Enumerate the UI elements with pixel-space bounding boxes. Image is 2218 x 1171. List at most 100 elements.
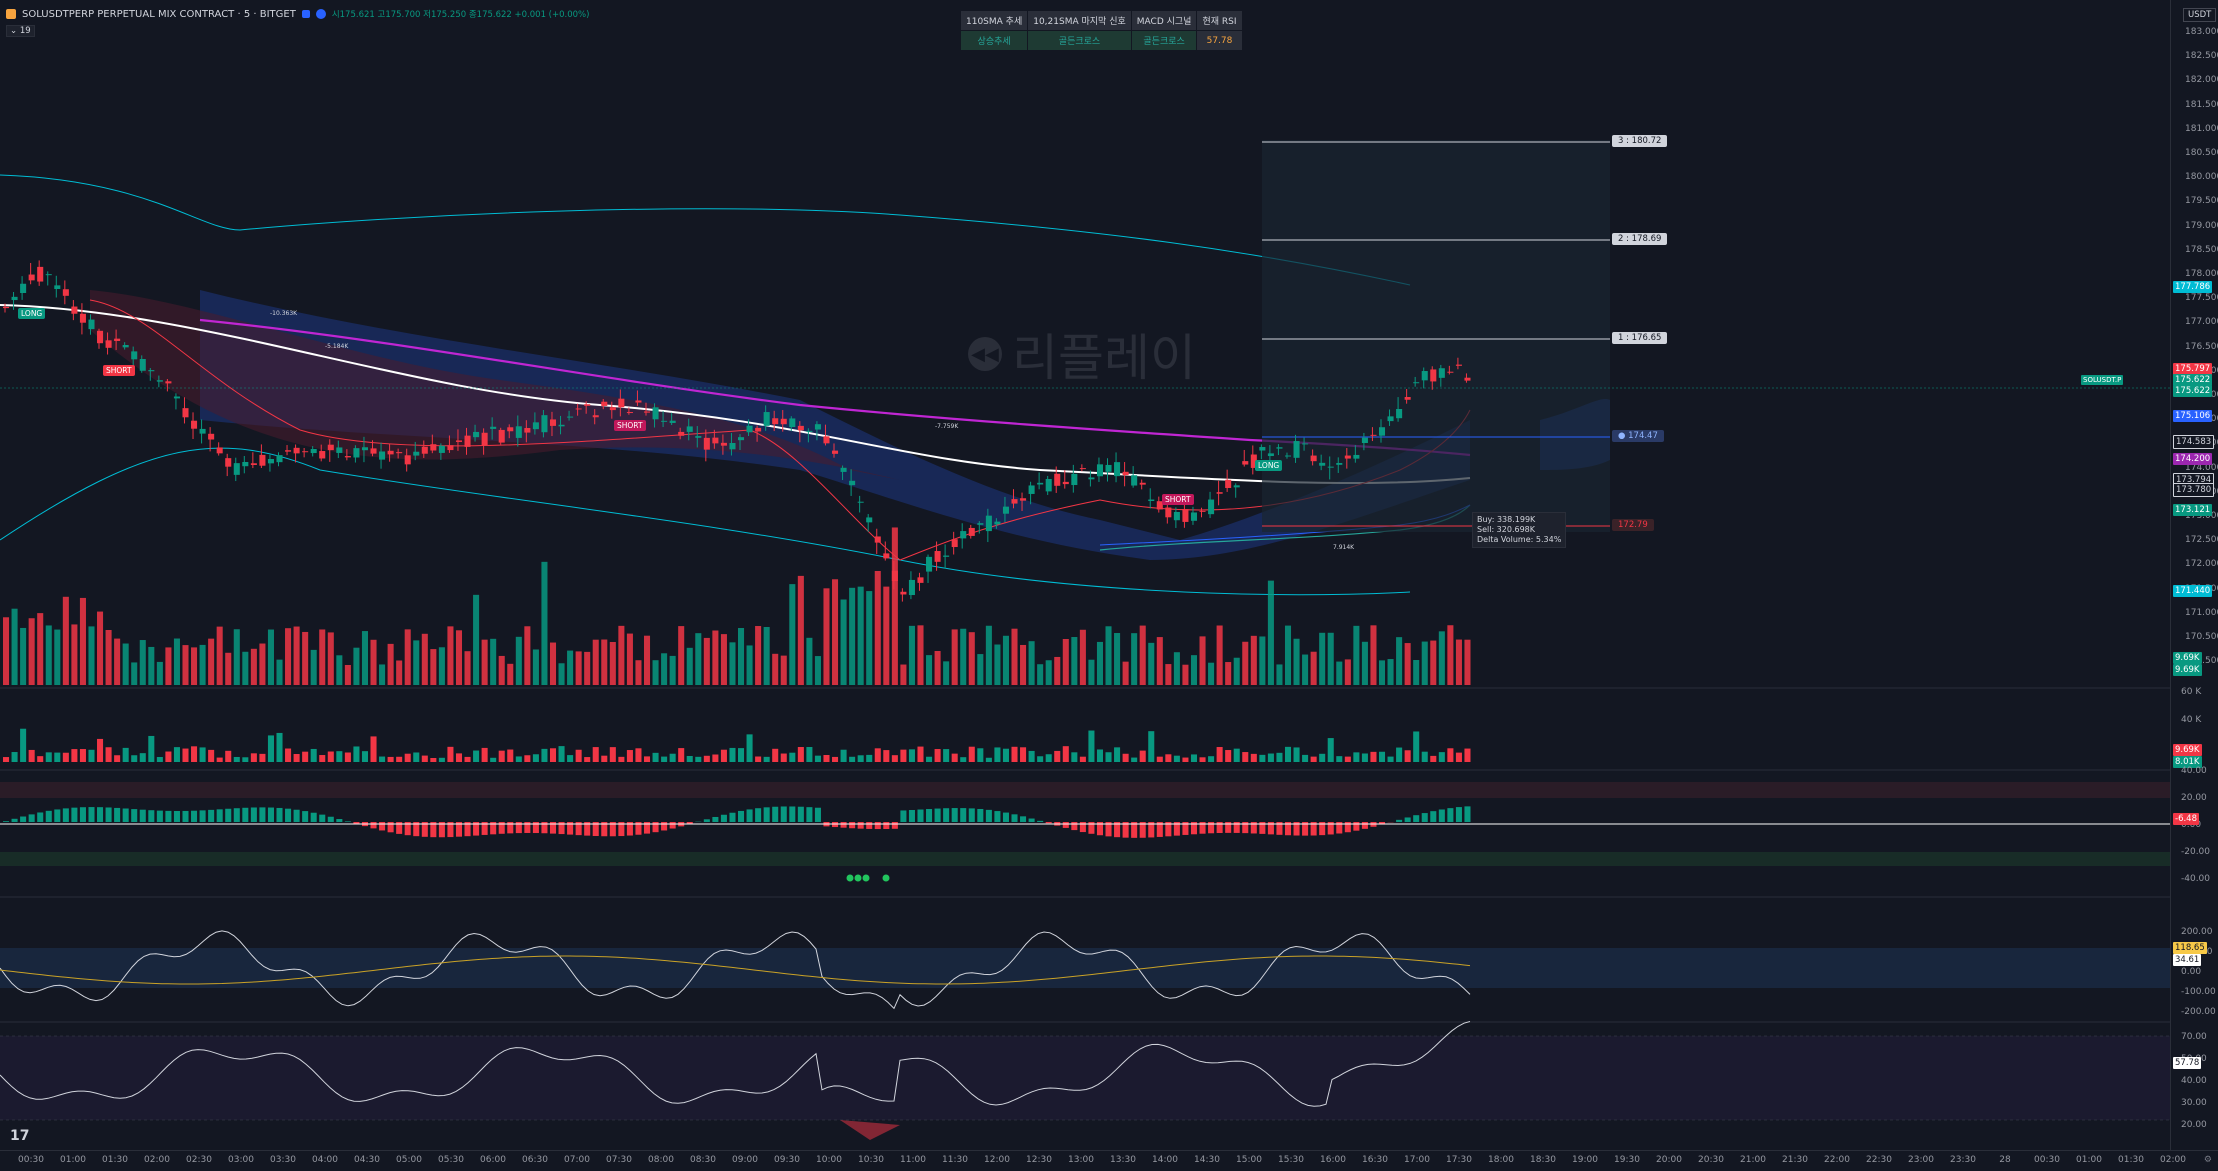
- candle: [3, 307, 9, 308]
- symbol-title[interactable]: SOLUSDTPERP PERPETUAL MIX CONTRACT · 5 ·…: [22, 9, 296, 20]
- volume-sub-bar: [430, 758, 436, 762]
- target-1-label[interactable]: 1 : 176.65: [1612, 332, 1667, 344]
- candle: [516, 426, 522, 438]
- candle: [1063, 482, 1069, 484]
- volume-sub-bar: [1114, 747, 1120, 762]
- entry-label[interactable]: ● 174.47: [1612, 430, 1664, 442]
- volume-bar: [1106, 626, 1112, 685]
- volume-sub-bar: [994, 747, 1000, 762]
- volume-bar: [823, 588, 829, 685]
- time-axis[interactable]: 00:3001:0001:3002:0002:3003:0003:3004:00…: [0, 1150, 2218, 1171]
- volume-bar: [165, 647, 171, 685]
- time-tick: 01:30: [102, 1155, 128, 1165]
- rsi-tick: 20.00: [2181, 1120, 2207, 1130]
- volume-bar: [1447, 625, 1453, 685]
- target-3-label[interactable]: 3 : 180.72: [1612, 135, 1667, 147]
- volume-sub-bar: [507, 750, 513, 762]
- time-tick: 18:30: [1530, 1155, 1556, 1165]
- candle: [541, 415, 547, 432]
- oscillator-bar: [789, 806, 795, 822]
- flag-icon[interactable]: [302, 10, 310, 18]
- volume-sub-bar: [3, 757, 9, 762]
- volume-bar: [1370, 625, 1376, 685]
- time-tick: 03:30: [270, 1155, 296, 1165]
- oscillator-bar: [781, 806, 787, 822]
- candle: [1294, 441, 1300, 458]
- time-tick: 02:30: [186, 1155, 212, 1165]
- volume-bar: [1131, 633, 1137, 685]
- candle: [661, 421, 667, 422]
- volume-sub-bar: [900, 750, 906, 762]
- candle: [29, 275, 35, 281]
- candle: [1413, 382, 1419, 383]
- volume-sub-bar: [465, 757, 471, 762]
- axis-settings-icon[interactable]: ⚙: [2204, 1155, 2212, 1165]
- volume-bar: [1285, 626, 1291, 685]
- volume-sub-bar: [1345, 757, 1351, 762]
- volume-bar: [1037, 664, 1043, 685]
- oscillator-bar: [764, 807, 770, 822]
- volume-sub-bar: [764, 757, 770, 762]
- volume-sub-bar: [311, 749, 317, 762]
- time-tick: 14:00: [1152, 1155, 1178, 1165]
- oscillator-bar: [729, 813, 735, 822]
- volume-bar: [499, 656, 505, 685]
- price-tag: 175.106: [2173, 410, 2212, 422]
- signal-value-2: 골든크로스: [1028, 31, 1132, 51]
- target-2-label[interactable]: 2 : 178.69: [1612, 233, 1667, 245]
- price-tick: 179.500: [2185, 196, 2218, 206]
- candle: [1054, 474, 1060, 486]
- price-chart-svg[interactable]: [0, 0, 2170, 1150]
- candle: [559, 425, 565, 427]
- stop-label[interactable]: 172.79: [1612, 519, 1654, 531]
- volume-sub-bar: [1370, 752, 1376, 762]
- volume-sub-bar: [1422, 752, 1428, 762]
- currency-selector[interactable]: USDT: [2183, 8, 2216, 22]
- volume-bar: [507, 664, 513, 685]
- oscillator-bar: [977, 809, 983, 822]
- candle: [1029, 485, 1035, 494]
- oscillator-tick: -20.00: [2181, 847, 2210, 857]
- candle: [328, 445, 334, 450]
- volume-sub-bar: [208, 750, 214, 762]
- volume-bar: [20, 628, 26, 685]
- volume-sub-bar: [1174, 756, 1180, 762]
- signal-header-1: 110SMA 추세: [961, 11, 1028, 31]
- volume-bar: [1157, 637, 1163, 685]
- oscillator-bar: [1464, 806, 1470, 822]
- oscillator-bar: [3, 821, 9, 822]
- volume-bar: [276, 660, 282, 685]
- candle: [1242, 461, 1248, 464]
- price-tick: 178.000: [2185, 269, 2218, 279]
- replay-icon[interactable]: [316, 9, 326, 19]
- volume-sub-bar: [678, 748, 684, 762]
- volume-sub-bar: [353, 746, 359, 762]
- candle: [670, 421, 676, 423]
- price-axis[interactable]: USDT 183.000182.500182.000181.500181.000…: [2170, 0, 2218, 1150]
- tradingview-logo-icon[interactable]: 17: [10, 1128, 29, 1144]
- volume-sub-bar: [12, 752, 18, 762]
- candle: [490, 427, 496, 429]
- time-tick: 19:00: [1572, 1155, 1598, 1165]
- oscillator-bar: [900, 810, 906, 822]
- candle: [251, 463, 257, 465]
- chart-canvas[interactable]: SOLUSDTPERP PERPETUAL MIX CONTRACT · 5 ·…: [0, 0, 2170, 1150]
- oscillator-bar: [63, 808, 69, 822]
- oscillator-bar: [12, 819, 18, 822]
- candle: [1370, 435, 1376, 436]
- collapse-indicators-button[interactable]: ⌄ 19: [6, 25, 35, 37]
- price-tag: 9.69K: [2173, 664, 2202, 676]
- cci-tick: -200.00: [2181, 1007, 2216, 1017]
- volume-bar: [909, 626, 915, 685]
- oscillator-bar: [712, 817, 718, 822]
- volume-bar: [1294, 639, 1300, 685]
- volume-bar: [80, 598, 86, 685]
- candle: [311, 449, 317, 453]
- volume-bar: [1217, 625, 1223, 685]
- candle: [157, 380, 163, 381]
- volume-sub-bar: [550, 748, 556, 762]
- candle: [1097, 464, 1103, 476]
- candle: [200, 429, 206, 434]
- volume-sub-bar: [832, 757, 838, 762]
- volume-sub-bar: [567, 755, 573, 762]
